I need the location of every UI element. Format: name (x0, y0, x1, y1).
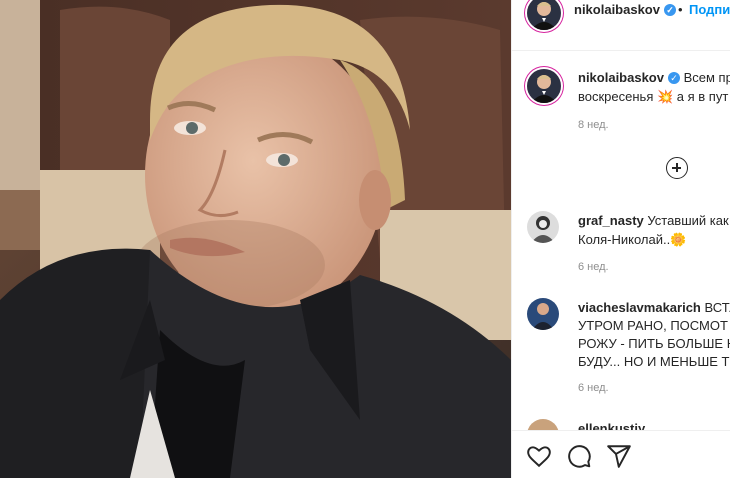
caption-line-2: воскресенья 💥 а я в пут (578, 89, 729, 104)
comment-username[interactable]: viacheslavmakarich (578, 300, 701, 315)
share-icon[interactable] (606, 443, 632, 469)
comment-line-3: РОЖУ - ПИТЬ БОЛЬШЕ Н (578, 336, 730, 351)
heart-icon[interactable] (526, 443, 552, 469)
action-bar (512, 430, 730, 478)
separator-dot: • (678, 2, 683, 17)
verified-badge-icon: ✓ (667, 72, 680, 84)
follow-button[interactable]: Подписаться (689, 2, 730, 17)
comment-avatar[interactable] (527, 211, 559, 243)
selfie-image (0, 0, 511, 478)
caption-username[interactable]: nikolaibaskov (578, 70, 664, 85)
comment-line-1: graf_nasty Уставший как (578, 212, 729, 230)
comment-text: Уставший как (647, 213, 729, 228)
comment-line-2: УТРОМ РАНО, ПОСМОТ (578, 318, 728, 333)
comment-age[interactable]: 6 нед. (578, 261, 609, 273)
comments-list[interactable]: nikolaibaskov ✓ Всем пр воскресенья 💥 а я… (512, 51, 730, 431)
verified-badge-icon: ✓ (663, 4, 676, 16)
author-avatar[interactable] (527, 0, 561, 30)
caption-line-1: nikolaibaskov ✓ Всем пр (578, 69, 730, 87)
caption-text-1: Всем пр (683, 70, 730, 85)
post-header: nikolaibaskov✓ • Подписаться (512, 0, 730, 51)
comment-text: ВСТА (704, 300, 730, 315)
comment-age[interactable]: 6 нед. (578, 382, 609, 394)
comment-icon[interactable] (566, 443, 592, 469)
plus-circle-icon[interactable] (666, 157, 688, 179)
caption-age[interactable]: 8 нед. (578, 119, 609, 131)
comment-avatar[interactable] (527, 298, 559, 330)
caption-avatar[interactable] (527, 69, 561, 103)
header-username[interactable]: nikolaibaskov ✓ (574, 2, 676, 17)
post-photo[interactable] (0, 0, 511, 478)
comment-line-1: viacheslavmakarich ВСТА (578, 299, 730, 317)
comment-line-4: БУДУ... НО И МЕНЬШЕ Т (578, 354, 730, 369)
post-side-panel: nikolaibaskov✓ • Подписаться nikolaibask… (511, 0, 730, 478)
comment-line-2: Коля-Николай..🌼 (578, 232, 687, 247)
comment-username[interactable]: graf_nasty (578, 213, 644, 228)
